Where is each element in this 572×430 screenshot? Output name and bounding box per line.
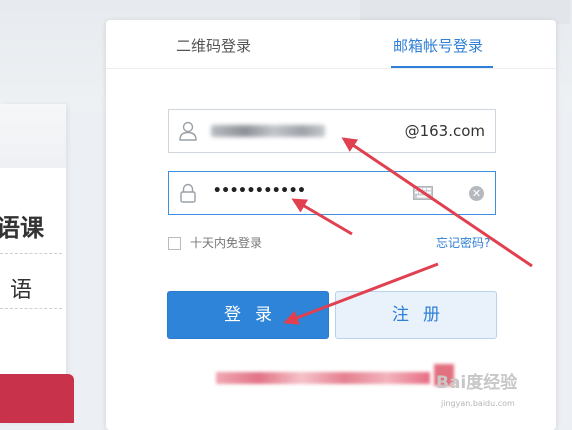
clear-icon[interactable]: ✕ [469,186,484,201]
password-value: ••••••••••• [213,183,306,199]
side-subheading: 语 [10,278,33,303]
lock-icon [180,183,196,203]
remember-label: 十天内免登录 [190,236,263,250]
divider [0,308,62,309]
side-heading: 语课 [0,213,44,242]
side-card-band [0,104,66,168]
watermark-url: jingyan.baidu.com [441,399,515,408]
remember-checkbox[interactable] [168,237,181,250]
username-field[interactable]: @163.com [168,109,496,153]
user-icon [179,121,197,141]
forgot-password-link[interactable]: 忘记密码? [436,234,490,251]
side-red-banner [0,374,74,423]
tab-mail-login[interactable]: 邮箱帐号登录 [393,35,483,56]
email-domain-suffix: @163.com [404,122,485,140]
divider [0,253,62,254]
active-tab-indicator [391,66,493,68]
login-tabs: 二维码登录 邮箱帐号登录 [106,20,556,69]
register-button[interactable]: 注册 [335,291,497,339]
footer-link-blurred [216,372,430,384]
username-value-blurred [211,125,325,137]
watermark-logo: Bai度经验 [436,373,518,393]
password-field[interactable]: ••••••••••• ✕ [168,171,496,215]
remember-me[interactable]: 十天内免登录 [168,234,262,251]
keyboard-icon[interactable] [413,186,433,200]
tab-qr-login[interactable]: 二维码登录 [176,35,251,56]
login-panel: 二维码登录 邮箱帐号登录 @163.com ••••••••••• ✕ 十天内免… [106,20,556,430]
login-button[interactable]: 登录 [167,291,329,339]
